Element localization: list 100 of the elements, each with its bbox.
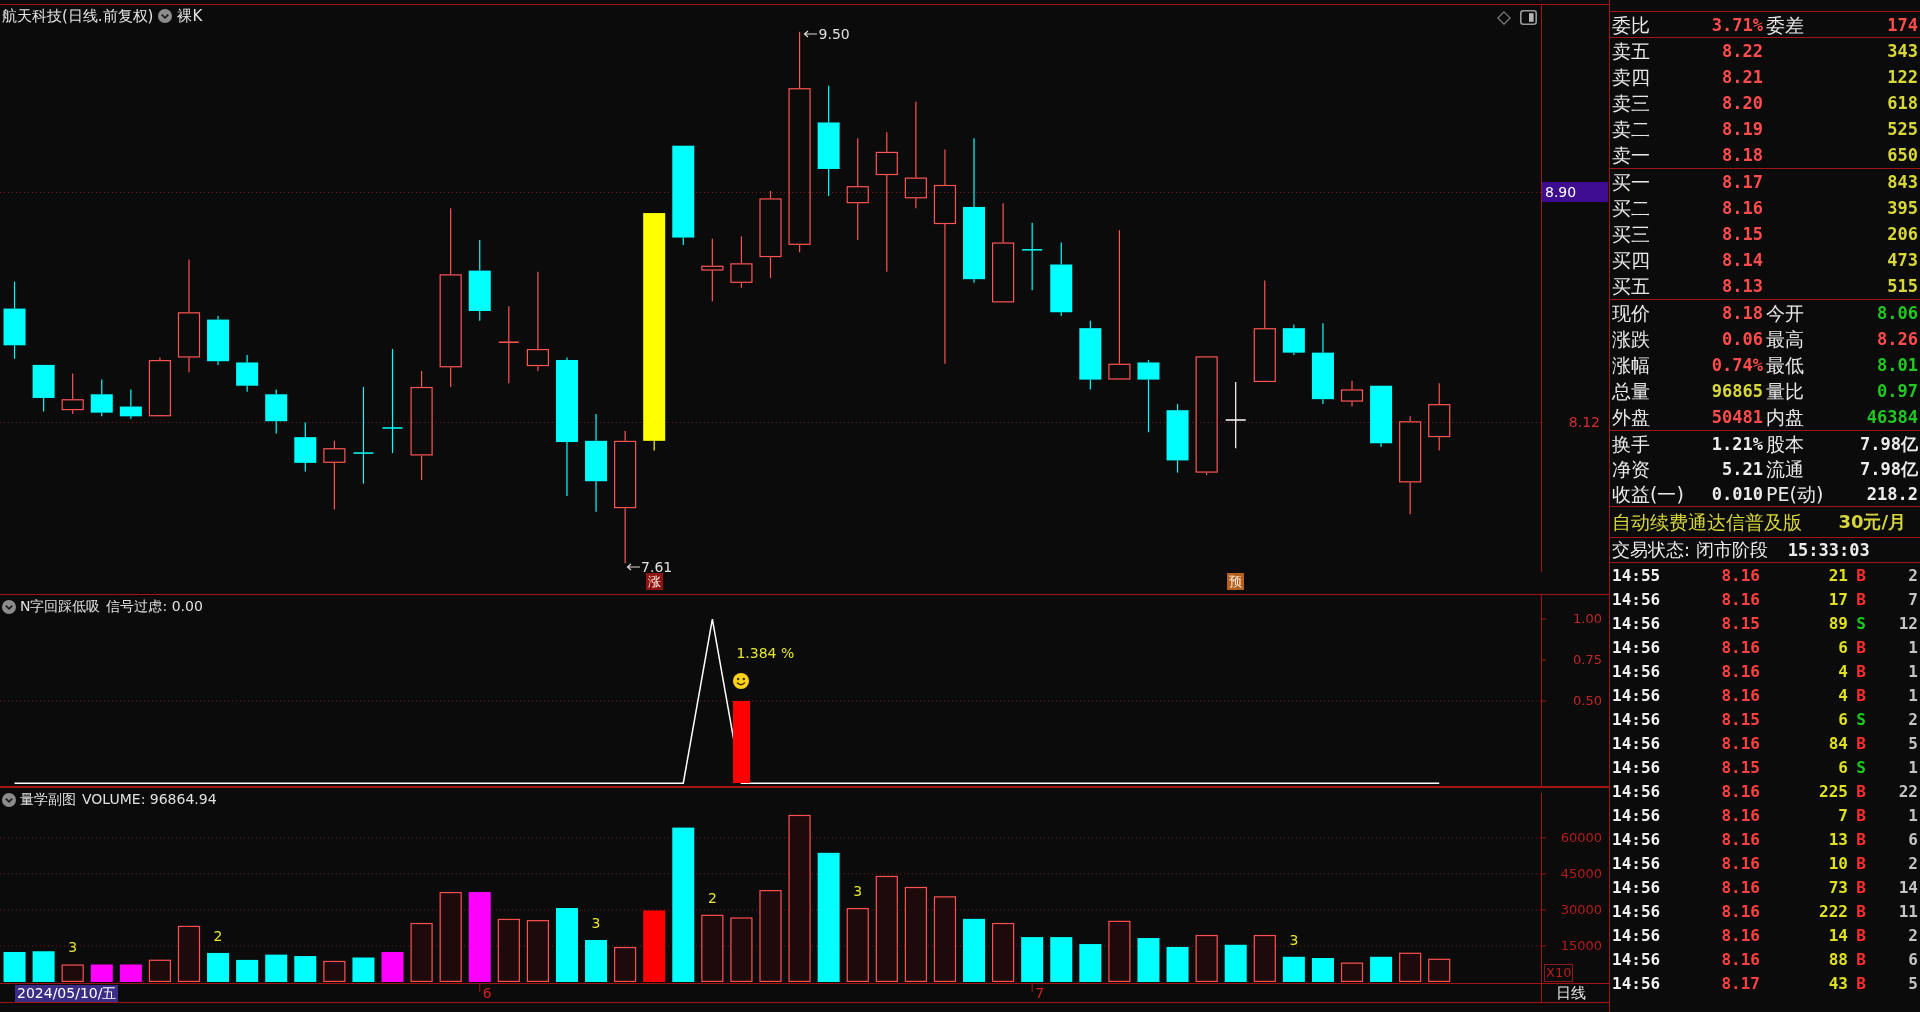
tick-volume: 43 — [1827, 973, 1848, 993]
tick-count: 1 — [1907, 661, 1919, 681]
order-volume: 473 — [1887, 250, 1919, 270]
tick-time: 14:56 — [1612, 853, 1662, 873]
month-label: 6 — [482, 985, 492, 1001]
tick-volume: 6 — [1837, 637, 1848, 657]
signal-tag: 涨 — [645, 573, 663, 590]
tick-price: 8.16 — [1720, 565, 1760, 585]
order-price: 8.16 — [1722, 198, 1763, 218]
window-icon[interactable] — [1520, 10, 1537, 25]
month-label: 7 — [1035, 985, 1045, 1001]
tick-count: 1 — [1907, 637, 1919, 657]
tick-price: 8.16 — [1720, 925, 1760, 945]
quote-label: PE(动) — [1766, 482, 1824, 505]
price-axis-label: 8.90 — [1542, 182, 1608, 202]
quote-label: 总量 — [1612, 380, 1650, 402]
quote-value: 8.18 — [1722, 303, 1763, 323]
tick-price: 8.16 — [1720, 661, 1760, 681]
tick-side: B — [1855, 877, 1867, 897]
tick-time: 14:56 — [1612, 589, 1662, 609]
promo-text: 自动续费通达信普及版 — [1612, 511, 1802, 533]
order-level-label: 卖五 — [1612, 40, 1650, 62]
order-volume: 515 — [1887, 276, 1919, 296]
tick-side: B — [1855, 949, 1867, 969]
tick-price: 8.16 — [1720, 805, 1760, 825]
tick-count: 1 — [1907, 805, 1919, 825]
count-label: 3 — [67, 939, 79, 956]
tick-volume: 21 — [1827, 565, 1848, 585]
tick-count: 1 — [1907, 685, 1919, 705]
scale-label: X10 — [1544, 964, 1574, 982]
chevron-down-icon[interactable] — [2, 792, 16, 807]
tick-side: B — [1855, 637, 1867, 657]
quote-label: 换手 — [1612, 432, 1650, 455]
tick-time: 14:56 — [1612, 757, 1662, 777]
tick-time: 14:56 — [1612, 829, 1662, 849]
tick-volume: 84 — [1827, 733, 1848, 753]
tick-price: 8.17 — [1720, 973, 1760, 993]
quote-label: 收益(一) — [1612, 482, 1684, 505]
tick-volume: 89 — [1827, 613, 1848, 633]
tick-time: 14:56 — [1612, 661, 1662, 681]
tick-time: 14:56 — [1612, 733, 1662, 753]
tick-side: B — [1855, 901, 1867, 921]
quote-value: 46384 — [1866, 407, 1918, 427]
tick-side: B — [1855, 685, 1867, 705]
tick-volume: 73 — [1827, 877, 1848, 897]
order-price: 8.19 — [1722, 119, 1763, 139]
order-level-label: 买四 — [1612, 249, 1650, 271]
tick-volume: 10 — [1827, 853, 1848, 873]
tick-side: B — [1855, 853, 1867, 873]
chevron-down-icon[interactable] — [158, 9, 173, 23]
order-price: 8.20 — [1722, 93, 1763, 113]
tick-volume: 4 — [1837, 661, 1848, 681]
order-level-label: 卖三 — [1612, 92, 1650, 114]
axis-label: 0.75 — [1572, 652, 1602, 669]
count-label: 2 — [212, 927, 224, 944]
order-volume: 618 — [1887, 93, 1919, 113]
quote-value: 8.26 — [1877, 329, 1918, 349]
tick-time: 14:56 — [1612, 613, 1662, 633]
quote-label: 净资 — [1612, 457, 1650, 480]
quote-label: 委比 — [1612, 13, 1650, 36]
tick-count: 5 — [1907, 733, 1919, 753]
trading-status: 交易状态: 闭市阶段 — [1612, 539, 1768, 561]
tick-price: 8.16 — [1720, 637, 1760, 657]
tick-price: 8.16 — [1720, 901, 1760, 921]
chevron-down-icon[interactable] — [2, 599, 16, 614]
tick-count: 5 — [1907, 973, 1919, 993]
tick-time: 14:56 — [1612, 925, 1662, 945]
diamond-icon[interactable] — [1497, 11, 1511, 25]
order-volume: 395 — [1887, 198, 1919, 218]
tick-price: 8.16 — [1720, 781, 1760, 801]
indicator-title: 量学副图 — [20, 791, 76, 808]
tick-volume: 13 — [1827, 829, 1848, 849]
quote-value: 0.010 — [1711, 483, 1763, 504]
quote-label: 涨幅 — [1612, 354, 1650, 376]
order-price: 8.13 — [1722, 276, 1763, 296]
tick-time: 14:56 — [1612, 637, 1662, 657]
quote-label: 涨跌 — [1612, 328, 1650, 350]
quote-label: 内盘 — [1766, 406, 1804, 428]
quote-value: 96865 — [1711, 381, 1763, 401]
order-level-label: 卖二 — [1612, 118, 1650, 140]
tick-price: 8.15 — [1720, 757, 1760, 777]
quote-value: 5.21 — [1722, 458, 1763, 479]
tick-price: 8.16 — [1720, 853, 1760, 873]
quote-value: 50481 — [1711, 407, 1763, 427]
quote-value: 1.21% — [1711, 433, 1763, 454]
indicator-reading: 信号过虑: 0.00 — [106, 598, 203, 615]
tick-price: 8.16 — [1720, 589, 1760, 609]
tick-count: 12 — [1897, 613, 1919, 633]
tick-count: 2 — [1907, 709, 1919, 729]
tick-volume: 4 — [1837, 685, 1848, 705]
tick-time: 14:55 — [1612, 565, 1662, 585]
order-price: 8.15 — [1722, 224, 1763, 244]
count-label: 3 — [590, 914, 602, 931]
order-volume: 843 — [1887, 172, 1919, 192]
axis-label: 60000 — [1559, 829, 1602, 846]
count-label: 2 — [706, 889, 718, 906]
tick-price: 8.16 — [1720, 949, 1760, 969]
tick-count: 14 — [1897, 877, 1919, 897]
tick-time: 14:56 — [1612, 973, 1662, 993]
tick-price: 8.15 — [1720, 613, 1760, 633]
